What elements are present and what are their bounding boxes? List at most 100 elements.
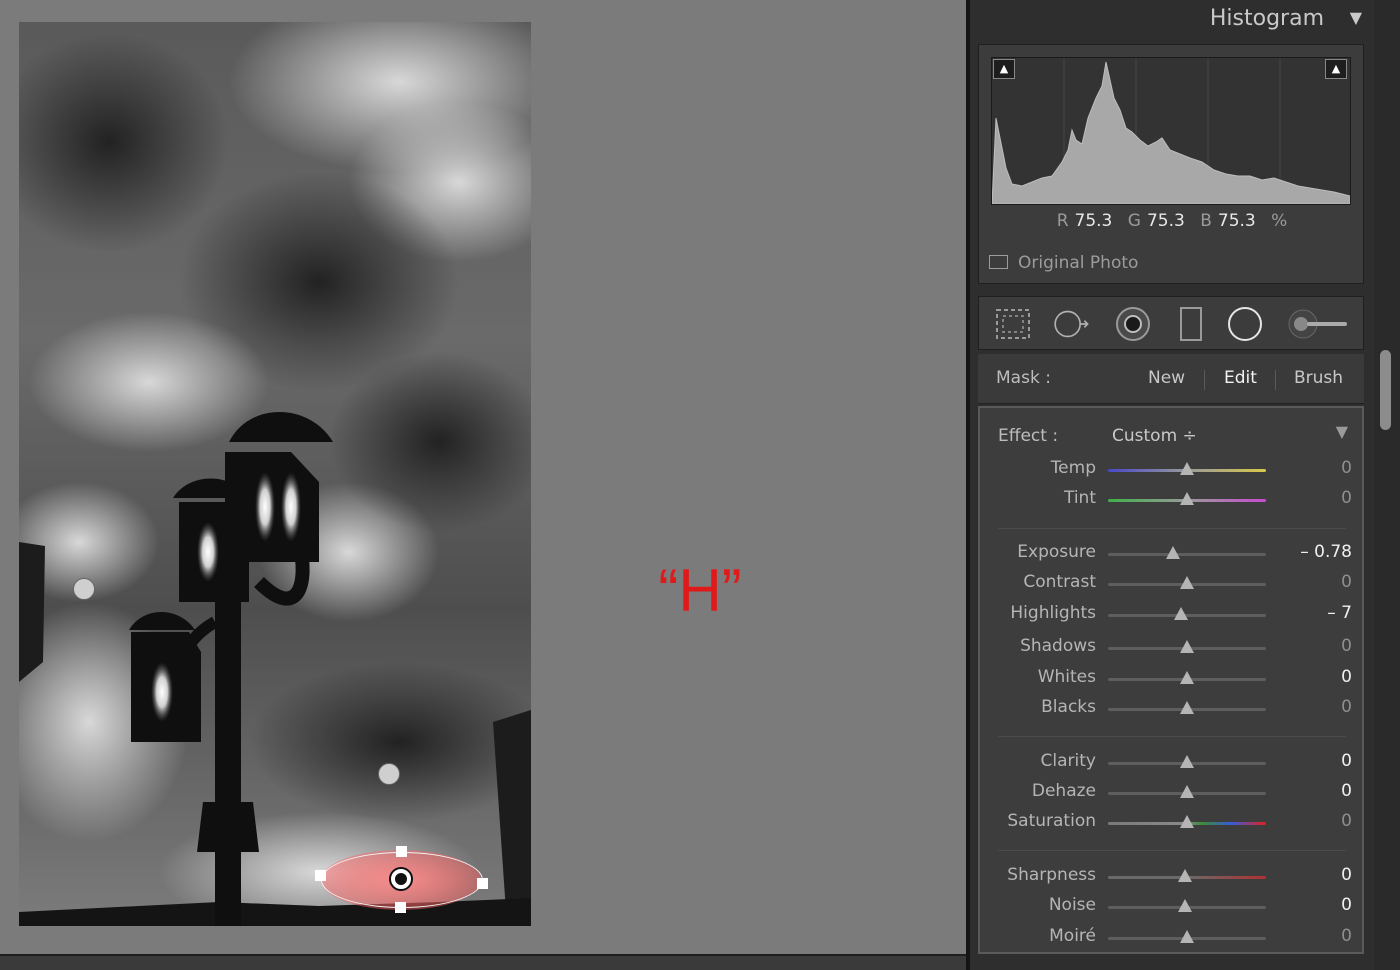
active-mask-pin[interactable] (389, 867, 413, 891)
slider-value[interactable]: 0 (1341, 458, 1352, 478)
slider-thumb[interactable] (1178, 869, 1193, 882)
slider-thumb[interactable] (1180, 640, 1194, 653)
slider-sharpness[interactable]: Sharpness 0 (980, 865, 1362, 889)
slider-track[interactable] (1108, 899, 1266, 912)
slider-label: Dehaze (1031, 781, 1096, 801)
slider-track[interactable] (1108, 671, 1266, 684)
original-photo-checkbox[interactable]: Original Photo (989, 253, 1138, 273)
slider-value[interactable]: 0 (1341, 865, 1352, 885)
graduated-filter-icon[interactable] (1171, 305, 1211, 343)
triangle-down-icon[interactable]: ▼ (1336, 422, 1348, 441)
slider-label: Tint (1063, 488, 1096, 508)
slider-label: Blacks (1041, 697, 1096, 717)
slider-track[interactable] (1108, 576, 1266, 589)
photo-preview[interactable] (19, 22, 531, 926)
histogram-graph[interactable] (991, 57, 1351, 205)
mask-handle[interactable] (477, 878, 488, 889)
slider-value[interactable]: 0 (1341, 811, 1352, 831)
slider-label: Contrast (1023, 572, 1096, 592)
slider-label: Highlights (1010, 603, 1096, 623)
radial-filter-sliders: Effect : Custom ÷ ▼ Temp 0 Tint 0 Exposure – … (978, 406, 1364, 954)
slider-value[interactable]: 0 (1341, 926, 1352, 946)
rgb-readout: R 75.3 G 75.3 B 75.3 % (1056, 211, 1288, 231)
slider-track[interactable] (1108, 755, 1266, 768)
slider-value[interactable]: 0 (1341, 572, 1352, 592)
slider-value[interactable]: 0 (1341, 488, 1352, 508)
slider-moir[interactable]: Moiré 0 (980, 926, 1362, 950)
slider-exposure[interactable]: Exposure – 0.78 (980, 542, 1362, 566)
shadow-clipping-toggle[interactable]: ▲ (993, 59, 1015, 79)
mask-new-button[interactable]: New (1148, 368, 1185, 388)
slider-thumb[interactable] (1180, 701, 1194, 714)
slider-thumb[interactable] (1180, 671, 1194, 684)
slider-noise[interactable]: Noise 0 (980, 895, 1362, 919)
slider-dehaze[interactable]: Dehaze 0 (980, 781, 1362, 805)
slider-value[interactable]: 0 (1341, 781, 1352, 801)
slider-track[interactable] (1108, 869, 1266, 882)
slider-thumb[interactable] (1180, 576, 1194, 589)
slider-saturation[interactable]: Saturation 0 (980, 811, 1362, 835)
slider-track[interactable] (1108, 785, 1266, 798)
slider-blacks[interactable]: Blacks 0 (980, 697, 1362, 721)
slider-label: Shadows (1020, 636, 1096, 656)
red-eye-icon[interactable] (1113, 305, 1153, 343)
slider-thumb[interactable] (1180, 492, 1194, 505)
slider-track[interactable] (1108, 701, 1266, 714)
slider-track[interactable] (1108, 546, 1266, 559)
photo-canvas[interactable]: “H” (0, 0, 966, 954)
slider-value[interactable]: – 0.78 (1300, 542, 1352, 562)
slider-whites[interactable]: Whites 0 (980, 667, 1362, 691)
slider-track[interactable] (1108, 930, 1266, 943)
slider-label: Moiré (1049, 926, 1096, 946)
mask-handle[interactable] (395, 902, 406, 913)
slider-value[interactable]: 0 (1341, 697, 1352, 717)
crop-overlay-icon[interactable] (993, 305, 1033, 343)
slider-thumb[interactable] (1180, 785, 1194, 798)
slider-tint[interactable]: Tint 0 (980, 488, 1362, 512)
checkbox-icon[interactable] (989, 255, 1008, 269)
slider-highlights[interactable]: Highlights – 7 (980, 603, 1362, 627)
slider-thumb[interactable] (1180, 815, 1194, 828)
mask-handle[interactable] (315, 870, 326, 881)
spot-removal-icon[interactable] (1051, 305, 1091, 343)
histogram-header[interactable]: Histogram ▼ (970, 0, 1374, 42)
histogram-title: Histogram (1209, 6, 1324, 31)
triangle-down-icon[interactable]: ▼ (1350, 8, 1362, 27)
slider-track[interactable] (1108, 462, 1266, 475)
slider-value[interactable]: 0 (1341, 895, 1352, 915)
highlight-clipping-toggle[interactable]: ▲ (1325, 59, 1347, 79)
slider-thumb[interactable] (1165, 546, 1180, 559)
mask-edit-button[interactable]: Edit (1224, 368, 1257, 388)
panel-scrollbar[interactable] (1374, 0, 1400, 970)
slider-value[interactable]: 0 (1341, 751, 1352, 771)
slider-clarity[interactable]: Clarity 0 (980, 751, 1362, 775)
slider-thumb[interactable] (1178, 899, 1193, 912)
mask-label: Mask : (996, 368, 1051, 388)
slider-track[interactable] (1108, 492, 1266, 505)
slider-temp[interactable]: Temp 0 (980, 458, 1362, 482)
adjustment-brush-icon[interactable] (1285, 305, 1351, 343)
section-divider (998, 850, 1346, 851)
mask-brush-button[interactable]: Brush (1294, 368, 1343, 388)
slider-track[interactable] (1108, 640, 1266, 653)
mask-pin[interactable] (73, 578, 95, 600)
slider-thumb[interactable] (1174, 607, 1189, 620)
slider-value[interactable]: – 7 (1327, 603, 1352, 623)
slider-track[interactable] (1108, 815, 1266, 828)
mask-separator (1275, 370, 1276, 390)
effect-preset-select[interactable]: Custom ÷ (1112, 426, 1197, 446)
scrollbar-thumb[interactable] (1380, 350, 1391, 430)
slider-thumb[interactable] (1180, 462, 1194, 475)
mask-pin[interactable] (378, 763, 400, 785)
slider-value[interactable]: 0 (1341, 667, 1352, 687)
section-divider (998, 736, 1346, 737)
slider-thumb[interactable] (1180, 930, 1194, 943)
slider-label: Noise (1048, 895, 1096, 915)
slider-contrast[interactable]: Contrast 0 (980, 572, 1362, 596)
slider-shadows[interactable]: Shadows 0 (980, 636, 1362, 660)
radial-filter-icon[interactable] (1225, 305, 1265, 343)
mask-handle[interactable] (396, 846, 407, 857)
slider-value[interactable]: 0 (1341, 636, 1352, 656)
slider-thumb[interactable] (1180, 755, 1194, 768)
slider-track[interactable] (1108, 607, 1266, 620)
